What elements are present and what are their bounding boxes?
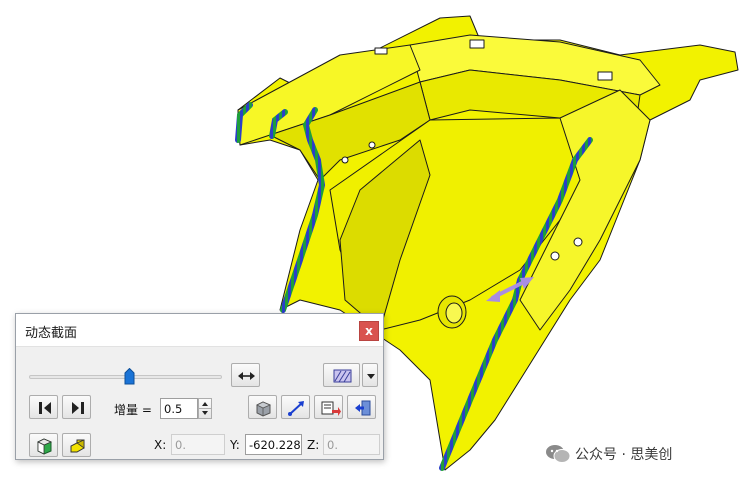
dynamic-section-dialog: 动态截面 x 增量 = 0.5 X: 0. Y: -620.228 Z: 0. xyxy=(15,313,384,460)
step-forward-button[interactable] xyxy=(62,395,91,419)
close-button[interactable]: x xyxy=(359,321,379,341)
wechat-logo-icon xyxy=(546,445,571,463)
shaded-box-button[interactable] xyxy=(248,395,277,419)
export-section-button[interactable] xyxy=(314,395,343,419)
dialog-title: 动态截面 xyxy=(25,326,78,341)
dropdown-arrow-icon xyxy=(367,374,375,379)
section-solid-icon xyxy=(70,439,85,453)
section-solid-button[interactable] xyxy=(62,433,91,457)
increment-spinner[interactable] xyxy=(198,398,212,419)
hatch-pattern-icon xyxy=(333,369,352,383)
watermark-text: 公众号 · 思美创 xyxy=(575,447,673,463)
shaded-box-icon xyxy=(256,401,272,417)
view-cube-button[interactable] xyxy=(29,433,58,457)
hatch-pattern-button[interactable] xyxy=(323,363,360,387)
hatch-pattern-dropdown[interactable] xyxy=(362,363,378,387)
x-coord-input[interactable]: 0. xyxy=(171,434,225,455)
exit-icon xyxy=(355,400,371,416)
align-vector-button[interactable] xyxy=(281,395,310,419)
dialog-titlebar[interactable]: 动态截面 x xyxy=(16,314,383,347)
view-cube-icon xyxy=(37,438,53,455)
export-icon xyxy=(321,401,341,416)
flip-direction-icon xyxy=(238,372,255,380)
step-back-button[interactable] xyxy=(29,395,58,419)
flip-direction-button[interactable] xyxy=(231,363,260,387)
align-vector-icon xyxy=(288,401,304,416)
y-coord-input[interactable]: -620.228 xyxy=(245,434,302,455)
step-back-icon xyxy=(39,402,51,414)
y-coord-label: Y: xyxy=(230,438,240,452)
x-coord-label: X: xyxy=(154,438,167,452)
z-coord-label: Z: xyxy=(307,438,320,452)
increment-label: 增量 = xyxy=(114,403,152,417)
exit-button[interactable] xyxy=(347,395,376,419)
spinner-arrows-icon xyxy=(199,402,211,415)
z-coord-input[interactable]: 0. xyxy=(323,434,380,455)
step-forward-icon xyxy=(72,402,84,414)
section-slider-thumb[interactable] xyxy=(124,368,135,385)
increment-input[interactable]: 0.5 xyxy=(160,398,198,419)
